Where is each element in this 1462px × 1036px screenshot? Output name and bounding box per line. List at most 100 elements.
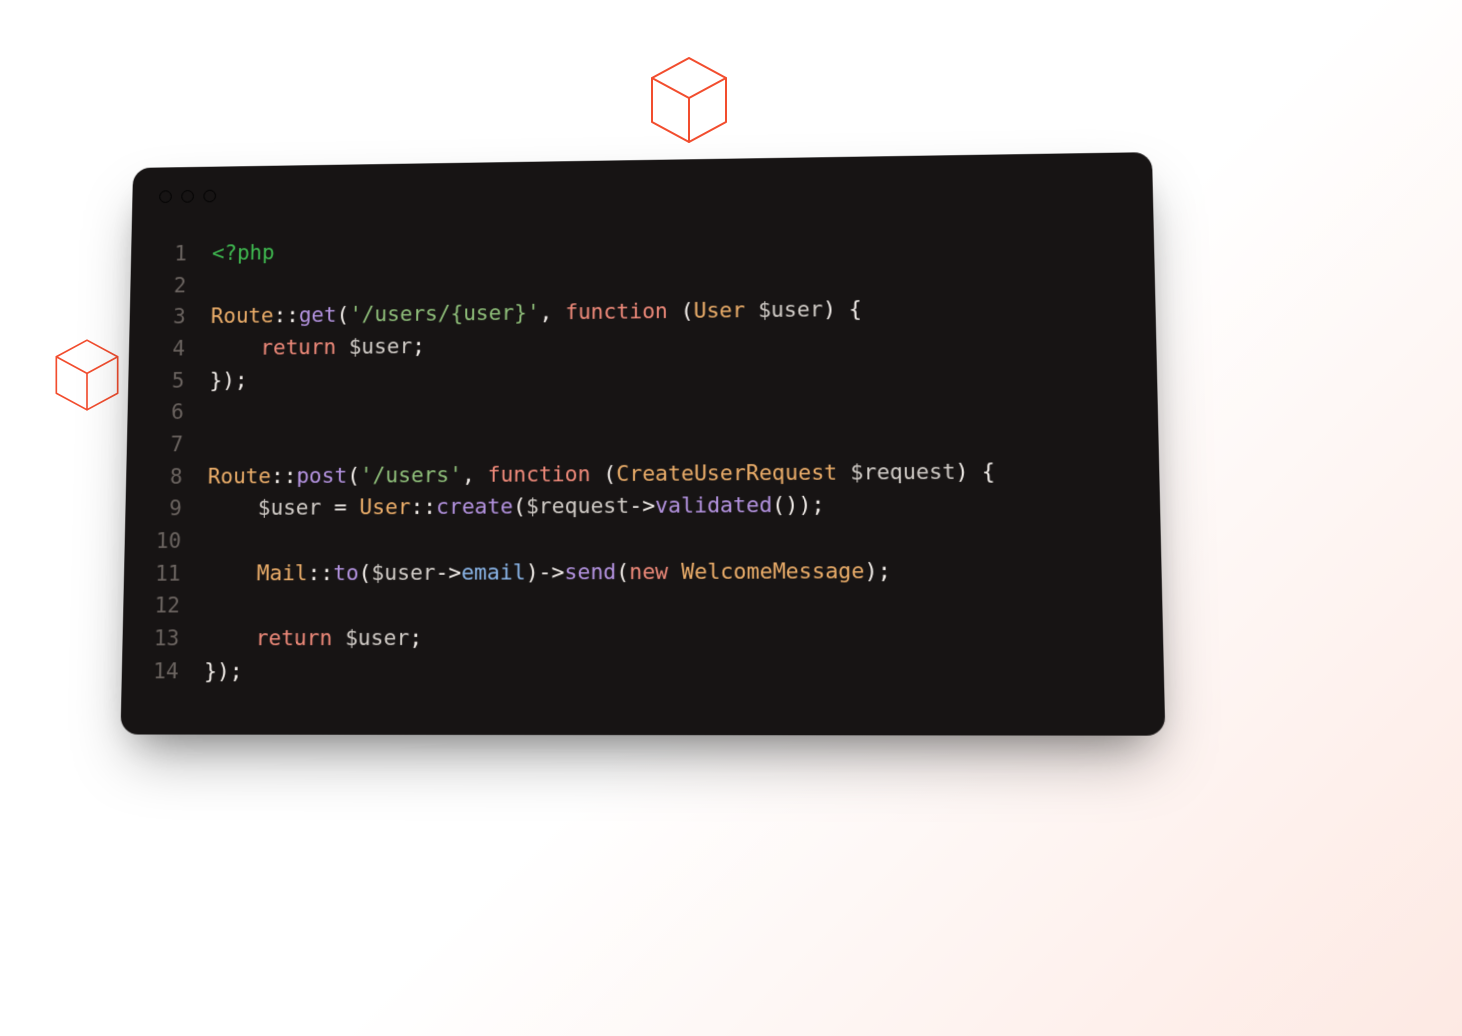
line-number: 9	[125, 494, 207, 527]
code-token: });	[204, 659, 243, 684]
code-token: ->	[629, 494, 655, 519]
code-token: $user	[371, 560, 435, 585]
code-token: function	[565, 300, 668, 326]
code-token: ::	[271, 464, 297, 489]
code-content	[211, 270, 224, 302]
code-token: to	[333, 561, 359, 586]
code-token: ());	[772, 493, 824, 518]
code-token: '/users'	[360, 463, 462, 488]
code-token: =	[321, 496, 360, 521]
code-token: ::	[410, 495, 436, 520]
code-token: ::	[307, 561, 333, 586]
code-line: 9 $user = User::create($request->validat…	[125, 488, 1160, 526]
line-number: 1	[131, 239, 213, 272]
code-content	[205, 591, 218, 624]
code-token: ) {	[955, 459, 995, 484]
code-content: return $user;	[210, 331, 425, 365]
code-token: send	[564, 560, 616, 585]
code-token	[332, 626, 345, 651]
code-content: <?php	[212, 238, 275, 270]
line-number: 5	[128, 366, 210, 399]
line-number: 7	[127, 429, 209, 462]
code-token: ->	[435, 560, 461, 585]
code-token: validated	[655, 493, 772, 519]
line-number: 11	[124, 558, 207, 591]
code-token: )->	[526, 560, 565, 585]
code-token	[745, 299, 758, 324]
code-token: CreateUserRequest	[616, 460, 837, 486]
line-number: 3	[129, 302, 211, 335]
code-token: (	[336, 303, 349, 328]
line-number: 13	[122, 623, 205, 656]
code-token: (	[347, 463, 360, 488]
code-token: $user	[758, 298, 823, 323]
code-token: User	[694, 299, 746, 324]
code-line: 14});	[121, 655, 1164, 689]
code-area: 1<?php2 3Route::get('/users/{user}', fun…	[121, 189, 1164, 689]
code-token	[205, 626, 256, 651]
code-token: (	[513, 495, 526, 520]
code-token: $user	[349, 335, 413, 360]
code-line: 13 return $user;	[122, 621, 1163, 656]
line-number: 2	[130, 270, 212, 303]
cube-icon	[53, 336, 121, 414]
code-token: $user	[258, 496, 322, 521]
window-close-icon[interactable]	[159, 190, 172, 203]
code-content: $user = User::create($request->validated…	[207, 490, 825, 526]
line-number: 6	[127, 397, 209, 430]
code-token: (	[668, 299, 694, 324]
code-token: (	[616, 560, 629, 585]
code-token: return	[260, 335, 336, 360]
code-token: (	[359, 561, 372, 586]
code-content: Mail::to($user->email)->send(new Welcome…	[206, 556, 891, 591]
cube-icon	[648, 54, 730, 146]
code-token: Route	[208, 464, 272, 489]
line-number: 8	[126, 462, 208, 495]
code-token: create	[436, 495, 513, 520]
code-token: ::	[273, 304, 299, 329]
code-token: ) {	[823, 297, 862, 322]
code-content: });	[204, 656, 243, 689]
code-token: ,	[540, 301, 566, 326]
code-token: Mail	[257, 561, 308, 586]
code-line: 12	[123, 588, 1163, 624]
code-token: email	[461, 560, 526, 585]
line-number: 14	[121, 656, 204, 689]
code-token: return	[255, 626, 332, 651]
code-editor-window: 1<?php2 3Route::get('/users/{user}', fun…	[120, 152, 1165, 736]
code-token: (	[590, 462, 616, 487]
code-token: get	[299, 303, 337, 328]
code-token: Route	[211, 304, 274, 329]
code-content	[206, 526, 219, 558]
code-token: WelcomeMessage	[681, 559, 864, 585]
code-token: post	[296, 464, 347, 489]
code-token: ;	[409, 626, 422, 651]
code-token: $user	[345, 626, 409, 651]
code-token	[207, 496, 258, 521]
code-line: 10	[124, 521, 1161, 558]
window-maximize-icon[interactable]	[203, 190, 216, 203]
code-token: new	[629, 560, 668, 585]
code-token: '/users/{user}'	[349, 301, 540, 328]
code-token: function	[488, 462, 591, 488]
code-token: User	[359, 496, 410, 521]
code-content: Route::get('/users/{user}', function (Us…	[211, 294, 863, 333]
code-token: ;	[412, 334, 425, 359]
code-content: return $user;	[204, 623, 422, 656]
code-content	[208, 429, 221, 461]
code-line: 11 Mail::to($user->email)->send(new Welc…	[124, 555, 1162, 592]
code-token: ,	[462, 463, 488, 488]
code-content: });	[209, 365, 247, 397]
code-token	[206, 561, 257, 586]
window-minimize-icon[interactable]	[181, 190, 194, 203]
line-number: 12	[123, 591, 206, 624]
code-token: $request	[850, 459, 955, 485]
code-content	[209, 397, 222, 429]
code-token: );	[864, 559, 891, 584]
code-token	[668, 559, 681, 584]
line-number: 4	[129, 334, 211, 367]
code-token: $request	[526, 494, 629, 520]
code-token	[336, 335, 349, 360]
code-token: });	[209, 368, 247, 393]
line-number: 10	[124, 526, 207, 559]
